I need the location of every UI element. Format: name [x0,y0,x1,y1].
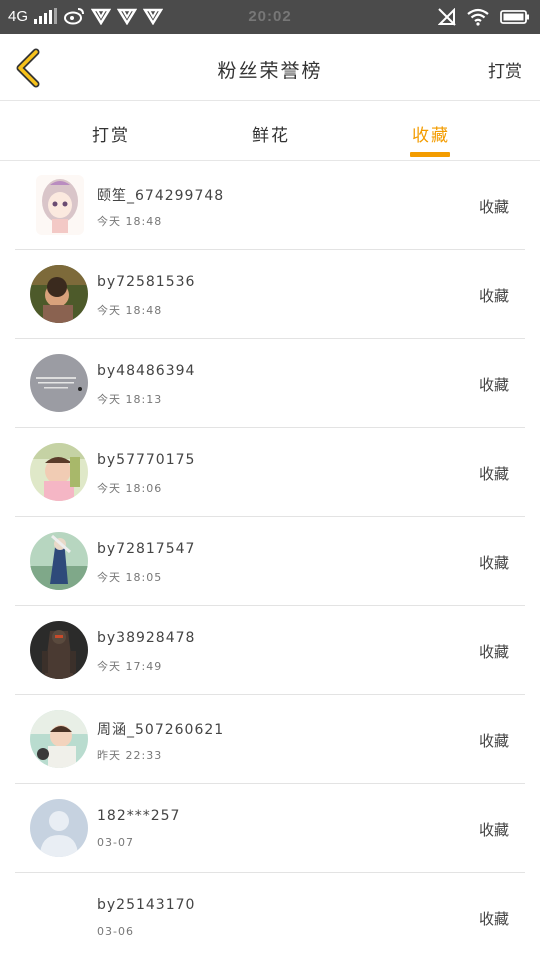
user-name: 颐笙_674299748 [97,188,225,204]
list-item[interactable]: by48486394 今天 18:13 收藏 [0,339,540,428]
active-tab-indicator [410,152,450,157]
entry-time: 今天 18:05 [97,571,163,584]
tab-reward[interactable]: 打赏 [92,121,130,146]
list-item[interactable]: by57770175 今天 18:06 收藏 [0,428,540,517]
tab-favorites[interactable]: 收藏 [412,121,450,146]
default-avatar-icon [30,799,88,857]
list-item[interactable]: by25143170 03-06 收藏 [0,873,540,962]
avatar [30,354,88,412]
no-sim-icon [438,8,456,26]
status-bar: 4G 20:02 [0,0,540,34]
page-title: 粉丝荣誉榜 [217,60,323,82]
entry-time: 今天 18:48 [97,304,163,317]
avatar [30,265,88,323]
avatar [30,621,88,679]
avatar [30,443,88,501]
entry-time: 今天 17:49 [97,660,163,673]
entry-time: 03-06 [97,925,134,938]
list-item[interactable]: 182***257 03-07 收藏 [0,784,540,873]
tab-flowers[interactable]: 鲜花 [252,121,290,146]
list-item[interactable]: by38928478 今天 17:49 收藏 [0,606,540,695]
avatar [36,175,84,235]
user-name: 182***257 [97,808,181,824]
header-bar: 粉丝荣誉榜 打赏 [0,34,540,101]
entry-action: 收藏 [478,643,509,661]
entry-action: 收藏 [478,554,509,572]
user-name: by57770175 [97,452,196,468]
entry-action: 收藏 [478,287,509,305]
entry-time: 今天 18:48 [97,215,163,228]
avatar [30,710,88,768]
entry-action: 收藏 [478,376,509,394]
entry-action: 收藏 [478,465,509,483]
wifi-icon [467,8,489,26]
list-item[interactable]: by72817547 今天 18:05 收藏 [0,517,540,606]
entry-time: 昨天 22:33 [97,749,163,762]
user-name: by72581536 [97,274,196,290]
entry-action: 收藏 [478,198,509,216]
tab-bar: 打赏 鲜花 收藏 [0,101,540,161]
user-name: by38928478 [97,630,196,646]
entry-time: 今天 18:06 [97,482,163,495]
reward-button[interactable]: 打赏 [488,57,522,82]
entry-action: 收藏 [478,910,509,928]
entry-time: 今天 18:13 [97,393,163,406]
list-item[interactable]: 周涵_507260621 昨天 22:33 收藏 [0,695,540,784]
entry-time: 03-07 [97,836,134,849]
entry-action: 收藏 [478,732,509,750]
user-name: by48486394 [97,363,196,379]
list-item[interactable]: by72581536 今天 18:48 收藏 [0,250,540,339]
battery-icon [500,10,529,24]
user-name: by72817547 [97,541,196,557]
avatar [30,532,88,590]
user-name: 周涵_507260621 [97,722,225,738]
user-name: by25143170 [97,897,196,913]
entry-action: 收藏 [478,821,509,839]
status-right [438,8,530,26]
fan-list: 颐笙_674299748 今天 18:48 收藏 by72581536 今天 1… [0,161,540,962]
list-item[interactable]: 颐笙_674299748 今天 18:48 收藏 [0,161,540,250]
